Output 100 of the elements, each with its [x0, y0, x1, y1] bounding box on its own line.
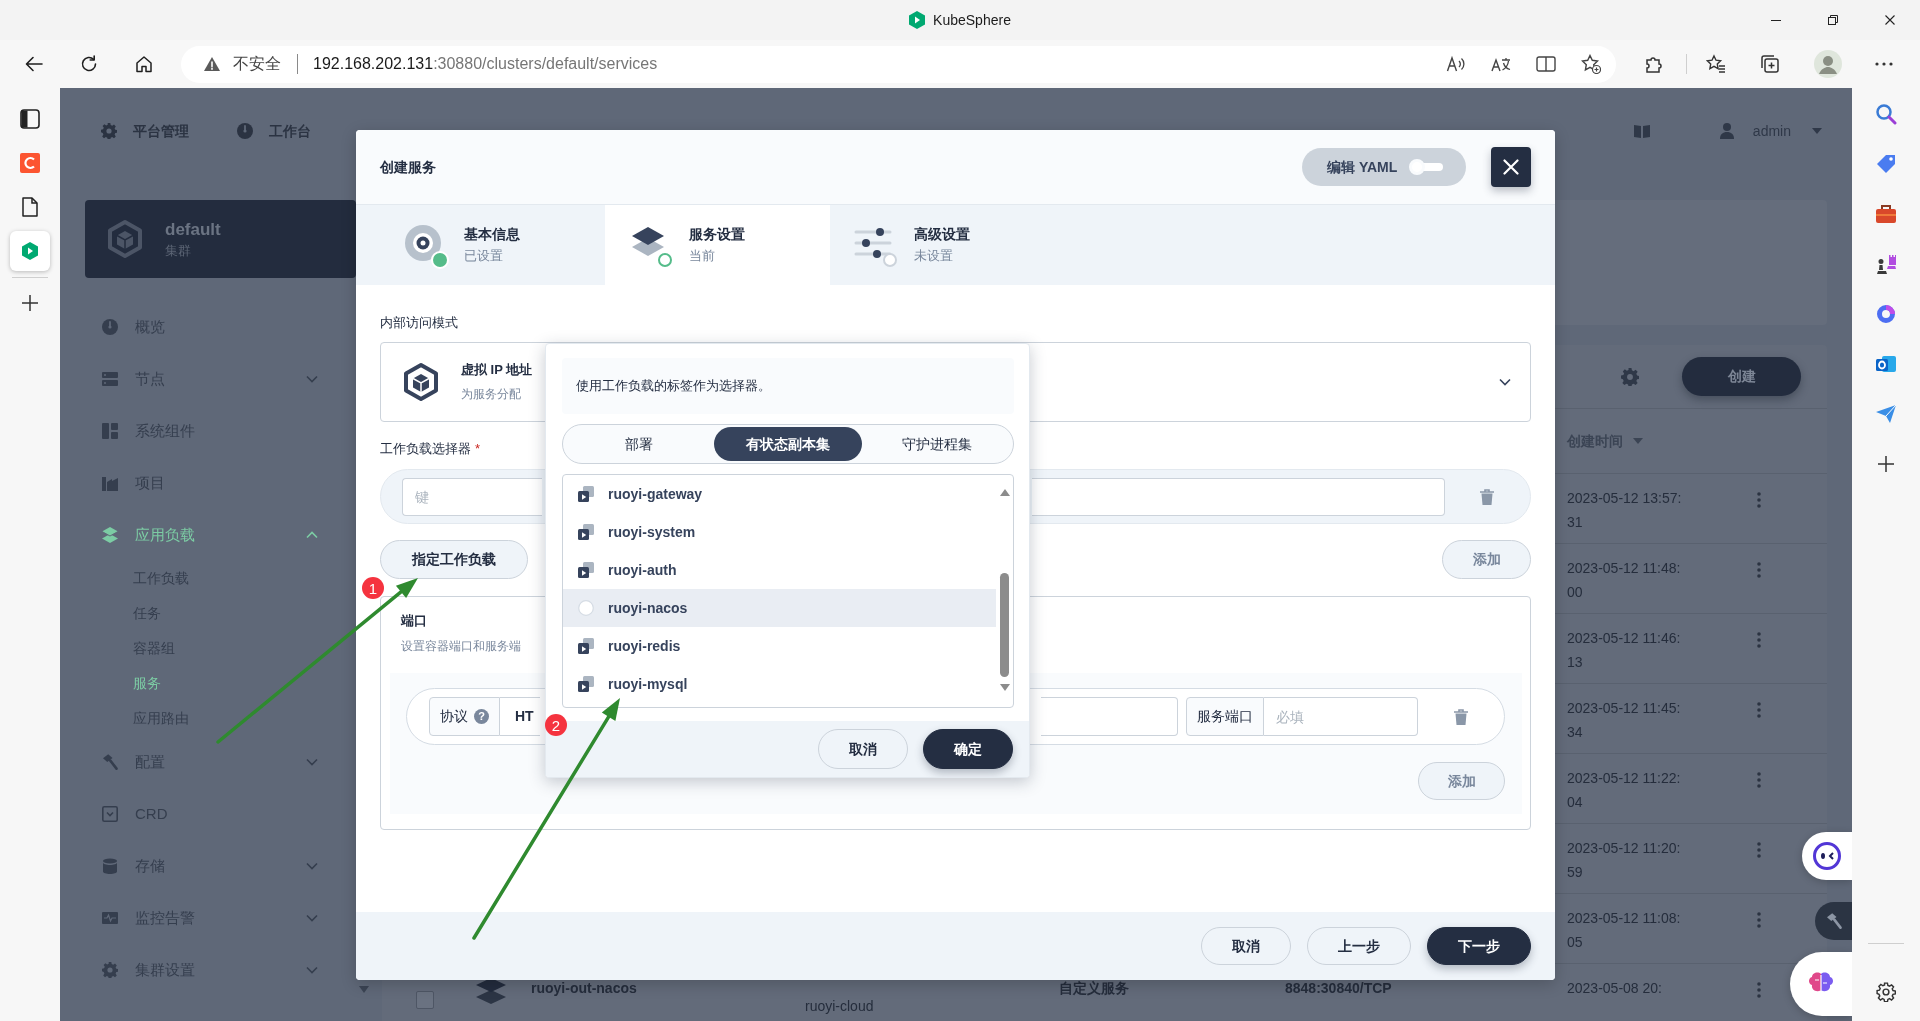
workload-icon	[578, 676, 594, 692]
list-item[interactable]: ruoyi-mysql	[563, 665, 996, 703]
target-icon	[403, 223, 443, 263]
user-icon	[1719, 123, 1734, 139]
toggle-switch[interactable]	[1409, 159, 1443, 175]
monitor-icon	[102, 910, 118, 926]
service-icon	[476, 978, 506, 1004]
robot-face-icon	[1813, 842, 1841, 870]
plus-icon[interactable]	[1875, 453, 1897, 475]
add-button[interactable]: 添加	[1442, 540, 1531, 579]
protocol-label: 协议 ?	[429, 697, 500, 736]
field-label: 工作负载选择器	[380, 440, 471, 458]
gear-icon	[101, 123, 117, 139]
warning-icon	[203, 56, 221, 72]
port-label: 服务端口	[1186, 697, 1264, 736]
rings-icon[interactable]	[1875, 303, 1897, 325]
url-text: 192.168.202.131:30880/clusters/default/services	[313, 53, 658, 74]
table-cell-text: ruoyi-cloud	[805, 997, 875, 1016]
add-button[interactable]: 添加	[1418, 762, 1505, 800]
home-icon[interactable]	[135, 55, 153, 73]
cancel-button[interactable]: 取消	[818, 729, 908, 769]
table-cell-text: 自定义服务	[1059, 979, 1130, 998]
tabs-icon	[20, 109, 40, 129]
tab[interactable]: 有状态副本集	[713, 427, 863, 461]
scroll-up-icon[interactable]	[999, 489, 1010, 496]
puzzle-icon[interactable]	[1644, 54, 1664, 74]
cluster-name: default	[165, 218, 221, 241]
collections-icon[interactable]	[1760, 54, 1780, 74]
plus-icon[interactable]	[21, 294, 39, 312]
specify-workload-button[interactable]: 指定工作负载	[380, 540, 528, 579]
list-item[interactable]: ruoyi-gateway	[563, 475, 996, 513]
more-icon[interactable]	[1875, 62, 1893, 66]
paper-plane-icon[interactable]	[1875, 403, 1897, 425]
protocol-select[interactable]: HT	[500, 697, 540, 736]
chess-pieces-icon[interactable]	[1875, 253, 1897, 275]
edit-yaml-toggle[interactable]: 编辑 YAML	[1302, 148, 1466, 186]
table-cell-text: 2023-05-12 11:45:34	[1567, 699, 1682, 742]
trash-icon[interactable]	[1480, 488, 1494, 505]
list-item[interactable]: ruoyi-nacos	[563, 589, 996, 627]
toolbox-button[interactable]	[1815, 902, 1852, 940]
step-tab[interactable]: 高级设置 未设置	[830, 205, 1055, 285]
security-label[interactable]: 不安全	[233, 52, 281, 76]
workload-icon	[578, 524, 594, 540]
assistant-button[interactable]	[1802, 832, 1852, 880]
footer-button[interactable]: 取消	[1201, 927, 1291, 965]
favorites-icon[interactable]	[1706, 54, 1726, 74]
field-label: 内部访问模式	[380, 314, 458, 332]
list-item[interactable]: ruoyi-auth	[563, 551, 996, 589]
hexagon-cube-icon	[401, 362, 441, 402]
mail-app-icon[interactable]	[1875, 353, 1897, 375]
read-aloud-icon[interactable]	[1446, 55, 1466, 73]
reload-icon[interactable]	[80, 55, 98, 73]
back-icon[interactable]	[25, 56, 43, 72]
sort-caret-icon	[1633, 438, 1643, 444]
close-button[interactable]	[1491, 147, 1531, 187]
split-screen-icon[interactable]	[1536, 56, 1556, 72]
tab[interactable]: 部署	[565, 427, 714, 461]
table-cell-text: 2023-05-12 13:57:31	[1567, 489, 1683, 532]
add-favorite-icon[interactable]	[1581, 54, 1601, 74]
workload-icon	[578, 638, 594, 654]
crd-icon	[102, 806, 118, 822]
tab[interactable]: 守护进程集	[862, 427, 1011, 461]
table-cell-text: 2023-05-12 11:48:00	[1567, 559, 1682, 602]
database-icon	[102, 858, 118, 874]
hammer-icon	[102, 754, 118, 770]
translate-icon[interactable]	[1491, 55, 1511, 73]
settings-icon[interactable]	[1876, 982, 1896, 1002]
value-field[interactable]	[1032, 477, 1445, 516]
trash-icon[interactable]	[1454, 708, 1468, 725]
port-field[interactable]	[1041, 697, 1178, 736]
next-button[interactable]: 下一步	[1427, 927, 1531, 965]
confirm-button[interactable]: 确定	[923, 729, 1013, 769]
help-icon[interactable]: ?	[474, 709, 489, 724]
checkbox[interactable]	[416, 991, 434, 1009]
step-tab[interactable]: 基本信息 已设置	[380, 205, 605, 285]
create-button[interactable]: 创建	[1682, 357, 1801, 396]
list-item[interactable]: ruoyi-system	[563, 513, 996, 551]
toolbox-icon[interactable]	[1875, 203, 1897, 225]
footer-button[interactable]: 上一步	[1307, 927, 1411, 965]
service-port-field[interactable]: 必填	[1264, 697, 1418, 736]
server-icon	[102, 371, 118, 387]
table-cell-text: 2023-05-12 11:46:13	[1567, 629, 1682, 672]
gear-icon	[102, 962, 118, 978]
address-field[interactable]: 不安全 192.168.202.131:30880/clusters/default/services	[181, 45, 1616, 83]
workload-icon	[578, 486, 594, 502]
avatar-icon[interactable]	[1814, 50, 1842, 78]
search-icon[interactable]	[1875, 103, 1897, 125]
nav-item[interactable]: 应用负载	[85, 509, 356, 561]
scroll-down-icon[interactable]	[999, 684, 1010, 691]
table-cell-text: 2023-05-12 11:20:59	[1567, 839, 1682, 882]
dashboard-icon	[237, 123, 253, 139]
tag-icon[interactable]	[1875, 153, 1897, 175]
close-icon[interactable]	[1884, 15, 1895, 25]
key-field[interactable]: 键	[402, 477, 542, 516]
nav-subitem[interactable]: 服务	[133, 666, 161, 701]
list-item[interactable]: ruoyi-redis	[563, 627, 996, 665]
restore-icon[interactable]	[1827, 15, 1838, 25]
step-tab[interactable]: 服务设置 当前	[605, 205, 830, 285]
scrollbar-thumb[interactable]	[1000, 573, 1009, 677]
layers-icon	[102, 527, 118, 543]
